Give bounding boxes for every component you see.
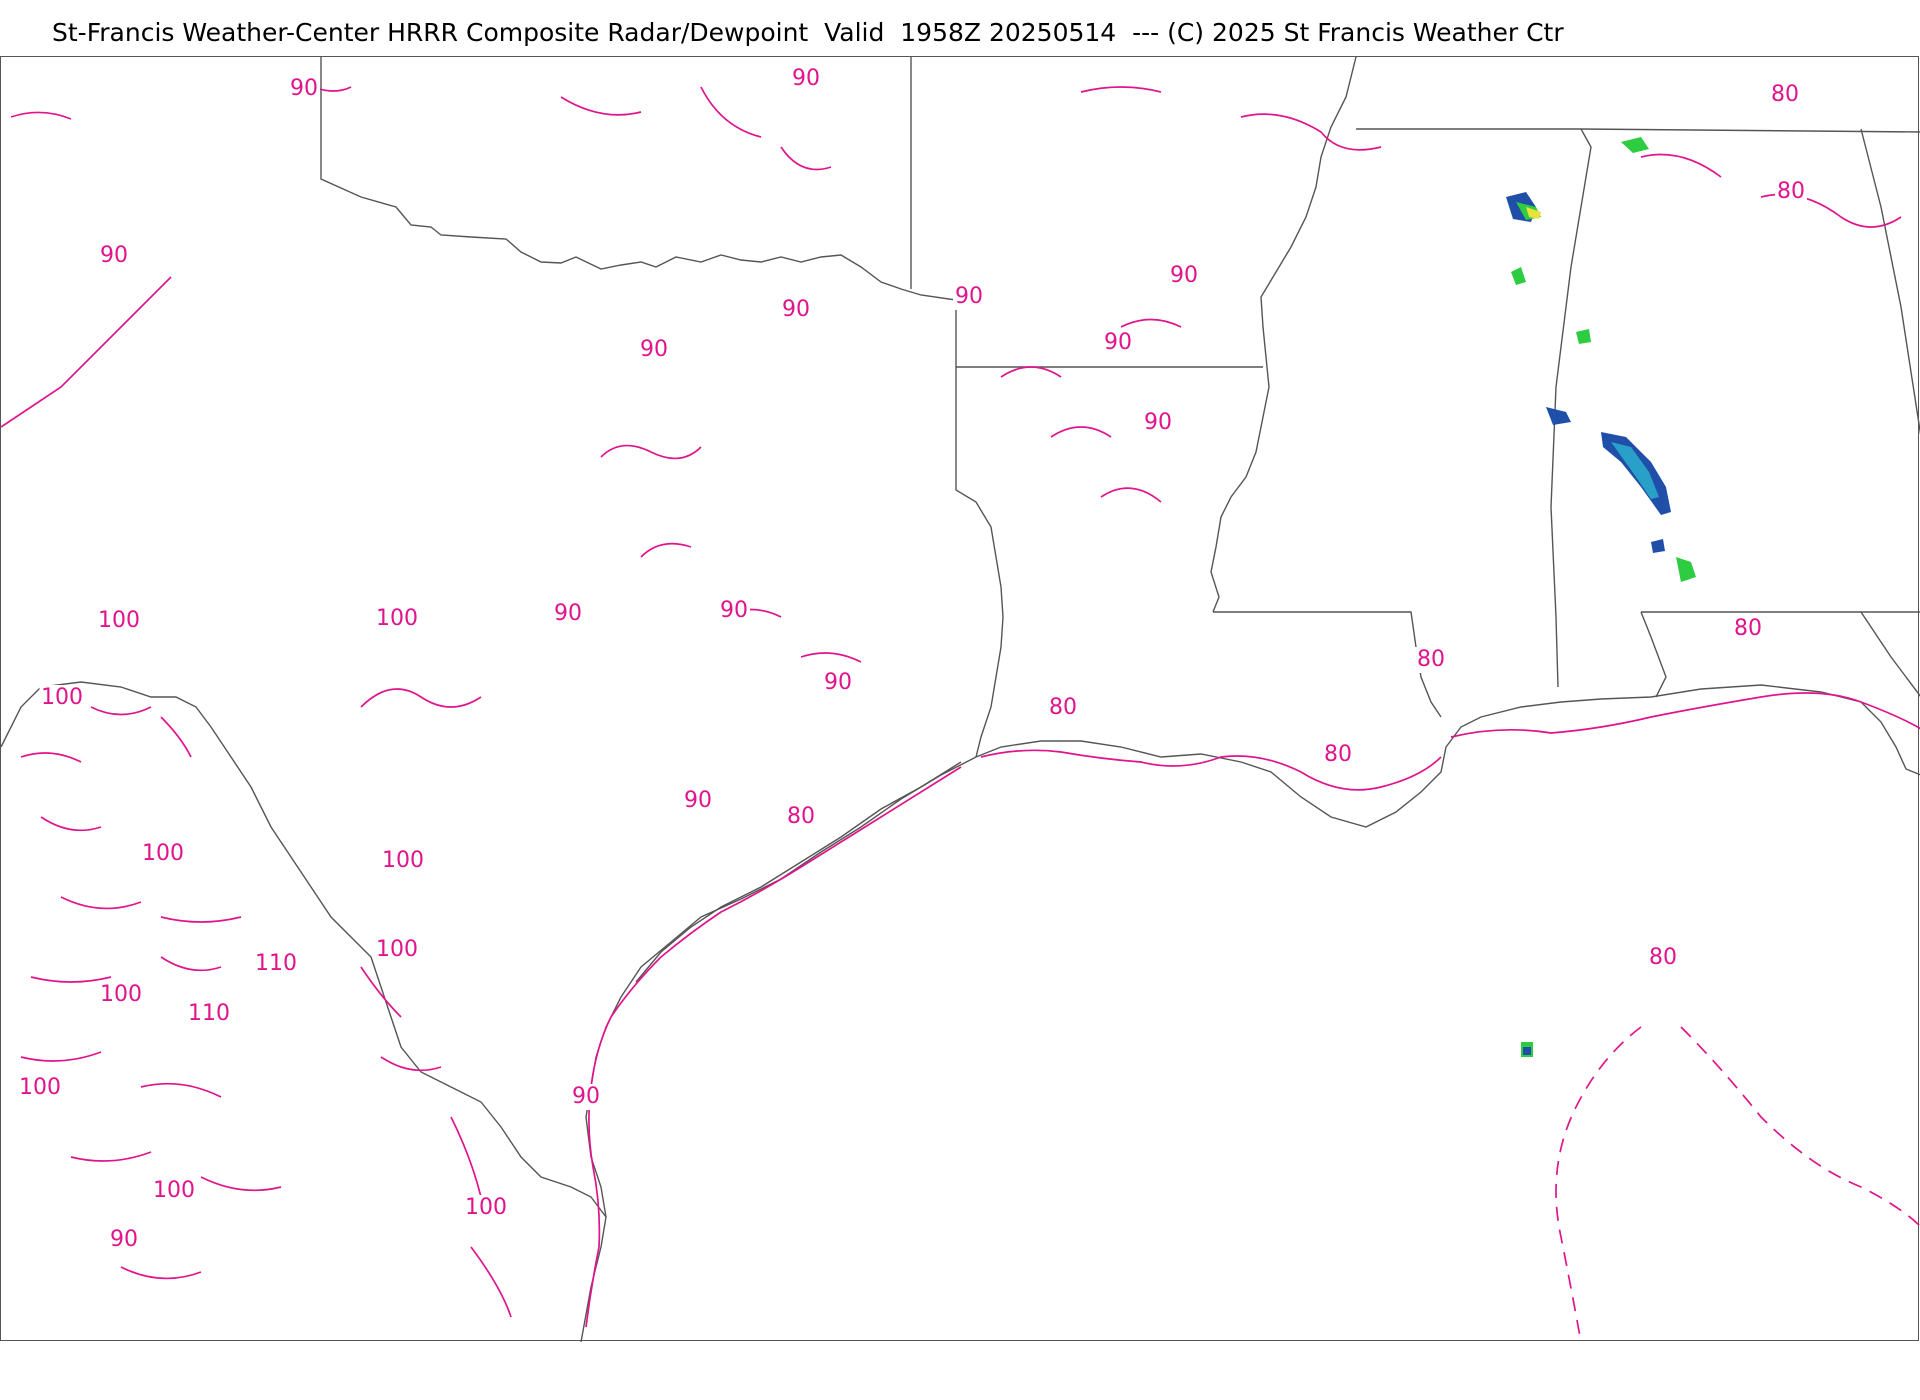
contour-label: 100: [153, 1178, 195, 1203]
contour-label: 90: [572, 1084, 600, 1109]
contour-label: 90: [824, 670, 852, 695]
contour-100-south: [360, 966, 512, 1318]
tn-border: [1356, 128, 1920, 133]
contour-label: 100: [382, 848, 424, 873]
map-title: St-Francis Weather-Center HRRR Composite…: [52, 18, 1564, 47]
contour-label: 110: [255, 951, 297, 976]
contour-label: 90: [1144, 410, 1172, 435]
weather-map: 8080808080808080808090909090909090909090…: [1, 57, 1920, 1342]
radar-echo-8: [1546, 407, 1571, 425]
ok-tx-border: [320, 57, 1004, 758]
tx-coast: [580, 756, 977, 1342]
contour-label: 90: [1104, 330, 1132, 355]
radar-echoes: [1506, 137, 1696, 1057]
contour-label: 80: [1049, 695, 1077, 720]
rio-grande: [1, 681, 607, 1218]
radar-echo-9: [1511, 267, 1526, 285]
contour-label: 110: [188, 1001, 230, 1026]
contour-100-southwest: [20, 752, 282, 1280]
contour-label: 80: [1771, 82, 1799, 107]
contour-label: 100: [376, 937, 418, 962]
contour-label: 100: [41, 685, 83, 710]
contour-90-north: [10, 81, 832, 171]
contour-80-tx-coast: [585, 766, 962, 1328]
ms-la-border: [1213, 611, 1442, 718]
contour-label: 90: [110, 1227, 138, 1252]
contour-90-central: [600, 444, 862, 663]
contour-label: 100: [19, 1075, 61, 1100]
radar-echo-11: [1523, 1047, 1531, 1055]
contour-90-west: [1, 276, 172, 428]
contour-label: 80: [1324, 742, 1352, 767]
radar-echo-4: [1621, 137, 1649, 153]
radar-echo-13: [1651, 539, 1665, 553]
contour-label: 90: [720, 598, 748, 623]
contour-label: 100: [465, 1195, 507, 1220]
al-ga-border: [1860, 128, 1920, 436]
contour-label: 90: [1170, 263, 1198, 288]
mississippi-river: [1210, 57, 1357, 613]
contour-label: 90: [290, 76, 318, 101]
contour-label: 80: [1777, 179, 1805, 204]
al-fl-west: [1640, 611, 1667, 698]
radar-echo-7: [1676, 557, 1696, 582]
contour-label: 80: [1649, 945, 1677, 970]
contour-label: 90: [792, 66, 820, 91]
contour-label-bg: [1373, 57, 1405, 58]
ga-fl-border: [1860, 611, 1920, 697]
contour-label: 90: [554, 601, 582, 626]
gulf-coast: [975, 684, 1920, 828]
contour-label: 90: [684, 788, 712, 813]
dewpoint-contours: [1, 81, 1920, 1342]
contour-label: 90: [782, 297, 810, 322]
contour-labels: 8080808080808080808090909090909090909090…: [17, 57, 1807, 1253]
contour-label: 100: [98, 608, 140, 633]
state-borders: [1, 57, 1920, 1342]
contour-label: 100: [100, 982, 142, 1007]
contour-label: 80: [787, 804, 815, 829]
contour-label: 80: [1417, 647, 1445, 672]
map-frame[interactable]: 8080808080808080808090909090909090909090…: [0, 56, 1920, 1342]
contour-label: 80: [1734, 616, 1762, 641]
contour-label: 90: [955, 284, 983, 309]
contour-label: 100: [142, 841, 184, 866]
ms-al-border: [1550, 128, 1592, 688]
contour-label: 90: [640, 337, 668, 362]
contour-80-gulf: [1555, 1026, 1920, 1342]
contour-label: 100: [376, 606, 418, 631]
radar-echo-12: [1576, 329, 1591, 344]
contour-100-west: [90, 688, 482, 758]
contour-label: 90: [100, 243, 128, 268]
